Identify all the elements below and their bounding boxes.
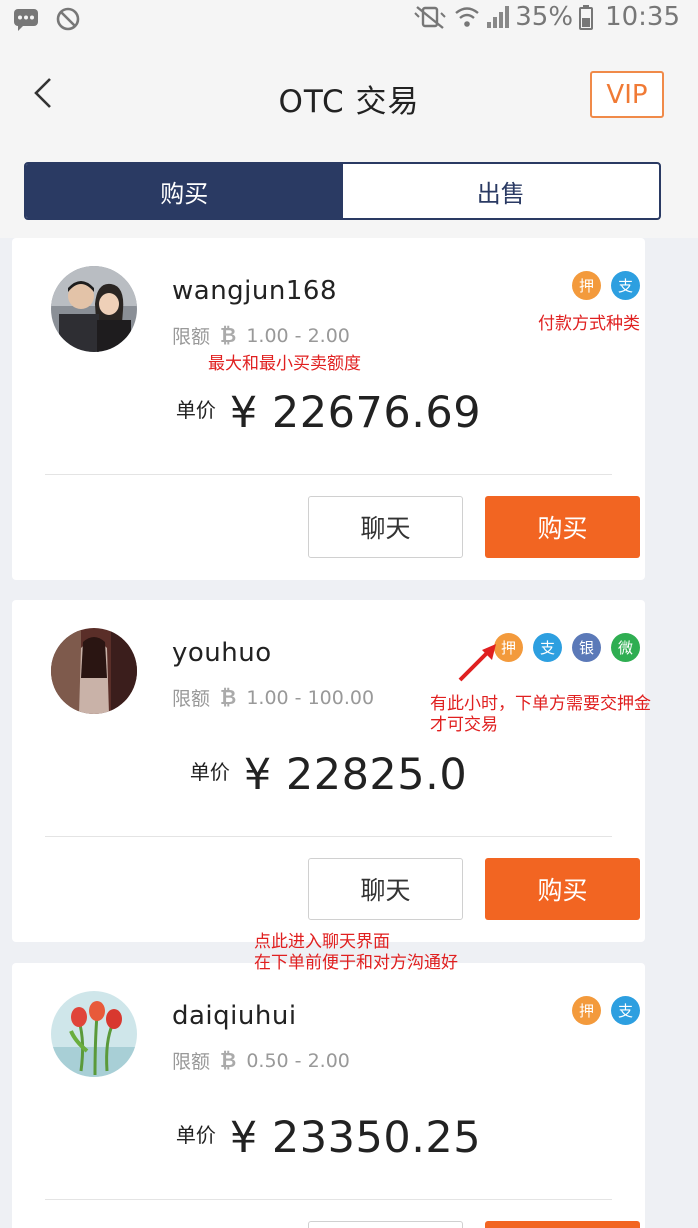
alipay-badge: 支: [611, 996, 640, 1025]
payment-badges: 押 支: [572, 271, 640, 300]
annotation-chat-line2: 在下单前便于和对方沟通好: [254, 953, 458, 973]
signal-icon: [487, 6, 510, 28]
alipay-badge: 支: [533, 633, 562, 662]
chat-button[interactable]: 聊天: [308, 496, 463, 558]
wifi-icon: [455, 7, 480, 27]
limit-row: 限额 ₿ 1.00 - 100.00: [172, 684, 374, 711]
price-label: 单价: [175, 1122, 216, 1147]
divider: [45, 1199, 612, 1200]
wechat-badge: 微: [611, 633, 640, 662]
deposit-badge: 押: [572, 996, 601, 1025]
vip-button[interactable]: VIP: [590, 71, 664, 118]
blocked-icon: [56, 7, 80, 31]
bank-badge: 银: [572, 633, 601, 662]
divider: [45, 836, 612, 837]
chat-button[interactable]: 聊天: [308, 858, 463, 920]
price-value: ¥ 22825.0: [243, 750, 468, 800]
avatar[interactable]: [51, 628, 137, 714]
limit-label: 限额: [172, 1051, 211, 1073]
annotation-deposit-line1: 有此小时，下单方需要交押金: [430, 694, 651, 714]
listing-card: youhuo 限额 ₿ 1.00 - 100.00 押 支 银 微 单价 ¥ 2…: [12, 600, 645, 942]
limit-label: 限额: [172, 688, 211, 710]
listing-card: wangjun168 限额 ₿ 1.00 - 2.00 押 支 单价 ¥ 226…: [12, 238, 645, 580]
price-row: 单价 ¥ 22676.69: [12, 388, 645, 438]
status-bar: 35% 10:35: [0, 0, 698, 38]
alipay-badge: 支: [611, 271, 640, 300]
price-value: ¥ 23350.25: [229, 1113, 482, 1163]
limit-row: 限额 ₿ 1.00 - 2.00: [172, 322, 350, 349]
avatar[interactable]: [51, 266, 137, 352]
price-row: 单价 ¥ 22825.0: [12, 750, 645, 800]
bitcoin-icon: ₿: [220, 685, 237, 709]
limit-range: 1.00 - 2.00: [246, 324, 350, 347]
annotation-deposit-line2: 才可交易: [430, 715, 498, 735]
limit-range: 0.50 - 2.00: [246, 1049, 350, 1072]
tab-bar: 购买 出售: [0, 146, 698, 238]
deposit-badge: 押: [572, 271, 601, 300]
bitcoin-icon: ₿: [220, 323, 237, 347]
annotation-payment-types: 付款方式种类: [538, 314, 640, 334]
message-icon: [14, 9, 38, 31]
username: daiqiuhui: [172, 1001, 297, 1031]
limit-row: 限额 ₿ 0.50 - 2.00: [172, 1047, 350, 1074]
buy-button[interactable]: 购买: [485, 1221, 640, 1228]
battery-percent: 35%: [515, 2, 574, 32]
username: wangjun168: [172, 276, 337, 306]
tab-sell[interactable]: 出售: [343, 164, 660, 218]
price-value: ¥ 22676.69: [229, 388, 482, 438]
annotation-chat-line1: 点此进入聊天界面: [254, 932, 390, 952]
annotation-min-max: 最大和最小买卖额度: [208, 354, 361, 374]
price-label: 单价: [175, 397, 216, 422]
limit-label: 限额: [172, 326, 211, 348]
clock: 10:35: [605, 2, 680, 32]
avatar[interactable]: [51, 991, 137, 1077]
battery-icon: [579, 5, 594, 30]
buy-button[interactable]: 购买: [485, 496, 640, 558]
chat-button[interactable]: 聊天: [308, 1221, 463, 1228]
nav-bar: OTC 交易 VIP: [0, 38, 698, 146]
payment-badges: 押 支: [572, 996, 640, 1025]
mute-icon: [414, 6, 446, 29]
price-label: 单价: [189, 759, 230, 784]
price-row: 单价 ¥ 23350.25: [12, 1113, 645, 1163]
divider: [45, 474, 612, 475]
segmented-control: 购买 出售: [24, 162, 661, 220]
annotation-arrow-icon: [458, 644, 496, 682]
bitcoin-icon: ₿: [220, 1048, 237, 1072]
buy-button[interactable]: 购买: [485, 858, 640, 920]
annotation-deposit: 有此小时，下单方需要交押金 才可交易: [430, 694, 651, 736]
listing-card: daiqiuhui 限额 ₿ 0.50 - 2.00 押 支 单价 ¥ 2335…: [12, 963, 645, 1228]
limit-range: 1.00 - 100.00: [246, 686, 375, 709]
annotation-chat: 点此进入聊天界面 在下单前便于和对方沟通好: [254, 932, 458, 974]
tab-buy[interactable]: 购买: [26, 164, 343, 218]
payment-badges: 押 支 银 微: [494, 633, 640, 662]
username: youhuo: [172, 638, 272, 668]
